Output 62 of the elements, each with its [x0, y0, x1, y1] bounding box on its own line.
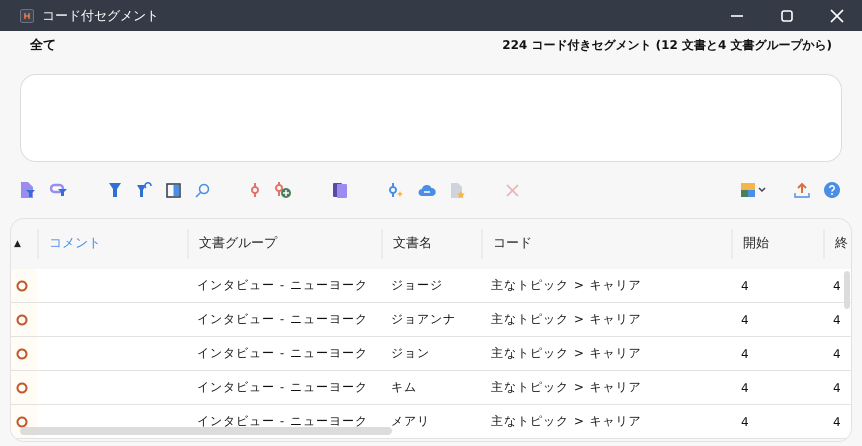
code-icon[interactable] [250, 182, 260, 198]
table-cell: 4 [741, 346, 750, 360]
table-cell: メアリ [391, 414, 430, 428]
table-cell: インタビュー - ニューヨーク [197, 414, 368, 428]
window-title: コード付セグメント [42, 8, 159, 24]
table-cell: インタビュー - ニューヨーク [197, 278, 368, 292]
table-cell: 4 [741, 380, 750, 394]
table-cell: 4 [833, 380, 842, 394]
table-cell: インタビュー - ニューヨーク [197, 346, 368, 360]
circle-icon [16, 314, 28, 326]
filter-icon[interactable] [108, 182, 122, 198]
document-filter-icon[interactable] [20, 181, 36, 199]
filter-refresh-icon[interactable] [136, 182, 152, 198]
export-icon[interactable] [794, 182, 810, 198]
table-cell: 4 [741, 312, 750, 326]
link-filter-icon[interactable] [50, 182, 68, 198]
filter-label[interactable]: 全て [30, 36, 56, 54]
circle-icon [16, 280, 28, 292]
puzzle-dropdown[interactable] [741, 183, 766, 197]
summary-text: 224 コード付きセグメント (12 文書と4 文書グループから) [502, 36, 832, 54]
column-header[interactable]: 文書名 [381, 229, 481, 259]
table-cell: 主なトピック > キャリア [491, 414, 642, 428]
app-icon [20, 8, 34, 22]
circle-icon [16, 382, 28, 394]
column-header[interactable]: ▲ [11, 229, 37, 259]
help-icon[interactable] [824, 182, 840, 198]
columns-icon[interactable] [166, 182, 181, 198]
table-cell: 4 [741, 278, 750, 292]
table-cell: 主なトピック > キャリア [491, 346, 642, 360]
caret-icon [758, 187, 766, 193]
horizontal-scrollbar[interactable] [20, 427, 392, 435]
table-cell: 4 [833, 312, 842, 326]
table-cell: 4 [833, 278, 842, 292]
puzzle-icon [741, 183, 755, 197]
cloud-icon[interactable] [418, 183, 436, 197]
copy-icon[interactable] [332, 182, 348, 198]
close-icon[interactable] [830, 8, 844, 22]
table-cell: 4 [741, 414, 750, 428]
table-cell: ジョアンナ [391, 312, 456, 326]
table-cell: ジョン [391, 346, 430, 360]
table-cell: 主なトピック > キャリア [491, 380, 642, 394]
column-header[interactable]: 文書グループ [187, 229, 381, 259]
comment-field[interactable] [20, 74, 842, 162]
table-cell: 4 [833, 414, 842, 428]
table-cell: インタビュー - ニューヨーク [197, 312, 368, 326]
circle-icon [16, 416, 28, 428]
vertical-scrollbar[interactable] [844, 271, 850, 309]
column-header[interactable]: 開始 [731, 229, 823, 259]
table-cell: キム [391, 380, 417, 394]
table-cell: 4 [833, 346, 842, 360]
table-cell: インタビュー - ニューヨーク [197, 380, 368, 394]
add-code-icon[interactable] [274, 181, 292, 199]
circle-icon [16, 348, 28, 360]
maximize-icon[interactable] [780, 8, 794, 22]
column-header[interactable]: コード [481, 229, 731, 259]
table-cell: 主なトピック > キャリア [491, 312, 642, 326]
code-sparkle-icon[interactable] [388, 182, 404, 198]
document-star-icon[interactable] [450, 182, 466, 198]
search-icon[interactable] [195, 182, 210, 198]
column-header[interactable]: 終 [823, 229, 851, 259]
table-cell: ジョージ [391, 278, 443, 292]
table-cell: 主なトピック > キャリア [491, 278, 642, 292]
